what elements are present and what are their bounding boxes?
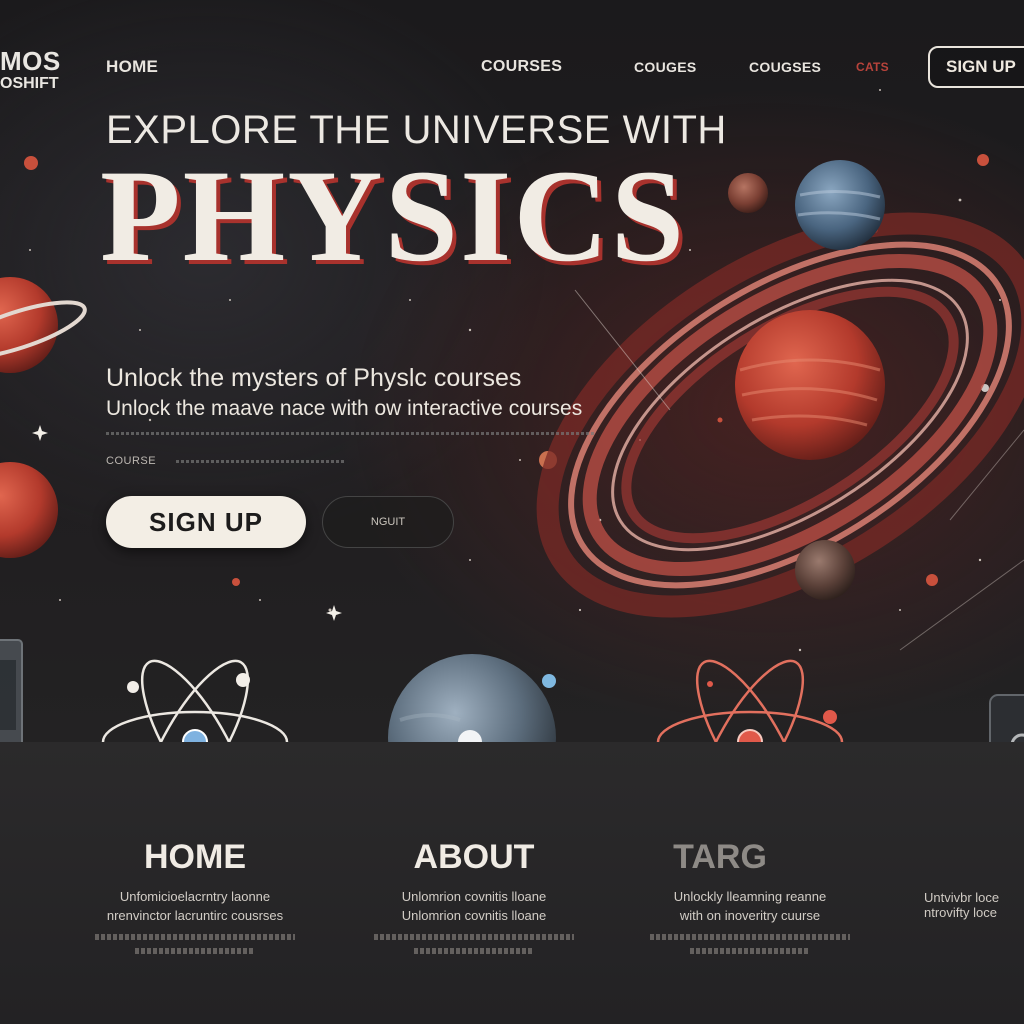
hero-subtitle-2: Unlock the maave nace with ow interactiv… xyxy=(106,397,583,420)
left-ringed-planet xyxy=(0,277,87,373)
small-dark-planet xyxy=(795,540,855,600)
feature-text-about-line2: Unlomrion covnitis lloane xyxy=(401,907,547,923)
feature-title-home: HOME xyxy=(144,838,246,876)
hero-subtitle-1: Unlock the mysters of Physlc courses xyxy=(106,364,522,392)
feature-text-home: Unfomicioelacrntry laonne nrenvinctor la… xyxy=(75,888,315,954)
feature-text-partial-line2: ntrovifty loce xyxy=(924,905,997,920)
feature-text-target-line2: with on inoveritry cuurse xyxy=(679,907,821,923)
feature-title-target: TARG xyxy=(673,838,767,876)
nav-courses[interactable]: COURSES xyxy=(481,58,562,76)
nav-courses-3[interactable]: COUGSES xyxy=(749,59,821,75)
hero-title: PHYSICS xyxy=(100,142,687,289)
nav-home[interactable]: HOME xyxy=(106,57,158,77)
brand-logo[interactable]: MOS OSHIFT xyxy=(0,48,61,92)
hero-fine-print xyxy=(106,432,596,435)
brand-line-1: MOS xyxy=(0,46,61,76)
courses-tag: COURSE xyxy=(106,455,157,467)
feature-text-partial-line1: Untvivbr loce xyxy=(924,890,1000,905)
nav-extra[interactable]: CATS xyxy=(856,60,889,74)
header-signup-button[interactable]: SIGN UP xyxy=(928,46,1024,88)
nav-courses-2[interactable]: COUGES xyxy=(634,59,696,75)
feature-text-about-line1: Unlomrion covnitis lloane xyxy=(401,889,547,904)
feature-text-target-line1: Unlockly lleamning reanne xyxy=(673,889,827,904)
small-brown-planet xyxy=(728,173,768,213)
feature-text-about: Unlomrion covnitis lloane Unlomrion covn… xyxy=(354,888,594,954)
courses-fine-print xyxy=(176,460,346,463)
feature-title-about: ABOUT xyxy=(413,838,535,876)
feature-text-home-line1: Unfomicioelacrntry laonne xyxy=(119,889,271,904)
feature-text-partial: Untvivbr loce ntrovifty loce xyxy=(924,890,1024,920)
features-band xyxy=(0,742,1024,1024)
hero-secondary-button[interactable]: NGUIT xyxy=(322,496,454,548)
blue-planet xyxy=(795,160,885,250)
hero-signup-button[interactable]: SIGN UP xyxy=(106,496,306,548)
brand-line-2: OSHIFT xyxy=(0,75,59,92)
feature-text-home-line2: nrenvinctor lacruntirc cousrses xyxy=(106,907,284,923)
feature-text-target: Unlockly lleamning reanne with on inover… xyxy=(630,888,870,954)
left-red-planet xyxy=(0,462,58,558)
